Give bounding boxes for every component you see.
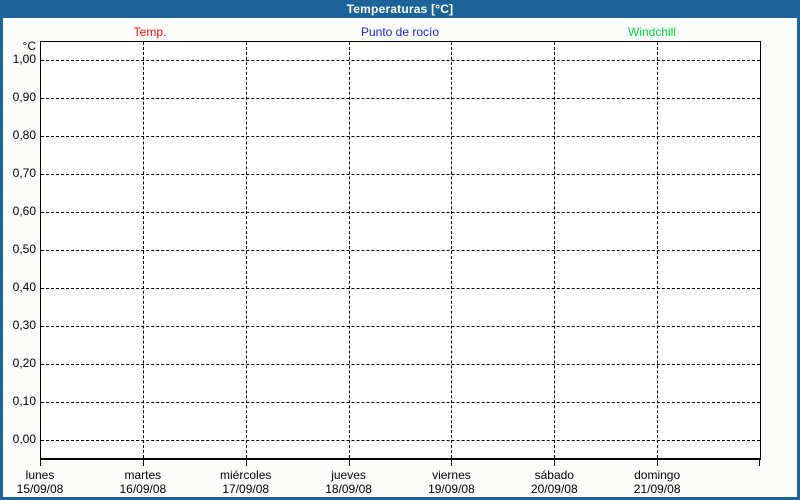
- legend-item-temp: Temp.: [133, 25, 167, 39]
- x-day-name: viernes: [432, 468, 471, 482]
- x-day-name: miércoles: [220, 468, 272, 482]
- y-gridline: [41, 288, 760, 289]
- y-tick-label: 0,10: [12, 394, 36, 408]
- x-tick-mark: [759, 460, 760, 466]
- y-tick-label: 0,60: [12, 204, 36, 218]
- x-gridline: [657, 42, 659, 458]
- y-axis-unit-label: °C: [22, 39, 36, 53]
- x-day-name: martes: [124, 468, 162, 482]
- x-category-label: viernes 19/09/08: [396, 468, 506, 496]
- y-gridline: [41, 212, 760, 213]
- x-date: 17/09/08: [222, 482, 270, 496]
- x-day-name: jueves: [331, 468, 366, 482]
- x-tick-mark: [142, 460, 144, 466]
- y-gridline: [41, 364, 760, 365]
- y-tick-label: 0,50: [12, 242, 36, 256]
- x-category-label: jueves 18/09/08: [294, 468, 404, 496]
- x-tick-mark: [554, 460, 556, 466]
- y-tick-label: 0,90: [12, 90, 36, 104]
- y-tick-label: 0,80: [12, 128, 36, 142]
- x-date: 19/09/08: [428, 482, 475, 496]
- x-date: 16/09/08: [119, 482, 167, 496]
- y-gridline: [41, 136, 760, 137]
- x-gridline: [245, 42, 247, 458]
- y-tick-label: 0,30: [12, 318, 36, 332]
- x-tick-mark: [40, 460, 41, 466]
- x-category-label: miércoles 17/09/08: [191, 468, 301, 496]
- x-category-label: lunes 15/09/08: [0, 468, 95, 496]
- x-tick-mark: [657, 460, 659, 466]
- title-bar: Temperaturas [°C]: [0, 0, 800, 18]
- x-day-name: domingo: [634, 468, 681, 482]
- x-tick-mark: [451, 460, 453, 466]
- x-gridline: [554, 42, 556, 458]
- y-gridline: [41, 326, 760, 327]
- x-gridline: [142, 42, 144, 458]
- legend-item-punto-de-rocio: Punto de rocío: [360, 25, 440, 39]
- y-gridline: [41, 440, 760, 441]
- y-tick-label: 0,40: [12, 280, 36, 294]
- y-tick-label: 0,70: [12, 166, 36, 180]
- y-gridline: [41, 174, 760, 175]
- y-tick-label: 0,20: [12, 356, 36, 370]
- x-tick-mark: [245, 460, 247, 466]
- x-date: 15/09/08: [16, 482, 64, 496]
- plot-area: [40, 41, 761, 460]
- y-gridline: [41, 250, 760, 251]
- x-day-name: lunes: [25, 468, 55, 482]
- x-gridline: [451, 42, 453, 458]
- y-gridline: [41, 60, 760, 61]
- y-gridline: [41, 402, 760, 403]
- x-category-label: martes 16/09/08: [88, 468, 198, 496]
- x-date: 18/09/08: [325, 482, 372, 496]
- x-gridline: [348, 42, 350, 458]
- x-date: 21/09/08: [633, 482, 681, 496]
- window-title: Temperaturas [°C]: [346, 2, 454, 16]
- y-gridline: [41, 98, 760, 99]
- x-day-name: sábado: [534, 468, 574, 482]
- x-tick-mark: [348, 460, 350, 466]
- x-date: 20/09/08: [530, 482, 578, 496]
- legend-item-windchill: Windchill: [627, 25, 676, 39]
- x-category-label: domingo 21/09/08: [602, 468, 712, 496]
- y-tick-label: 0,00: [12, 432, 36, 446]
- y-tick-label: 1,00: [12, 52, 36, 66]
- x-category-label: sábado 20/09/08: [499, 468, 609, 496]
- app-window: Temperaturas [°C] Temp. Punto de rocío W…: [0, 0, 800, 500]
